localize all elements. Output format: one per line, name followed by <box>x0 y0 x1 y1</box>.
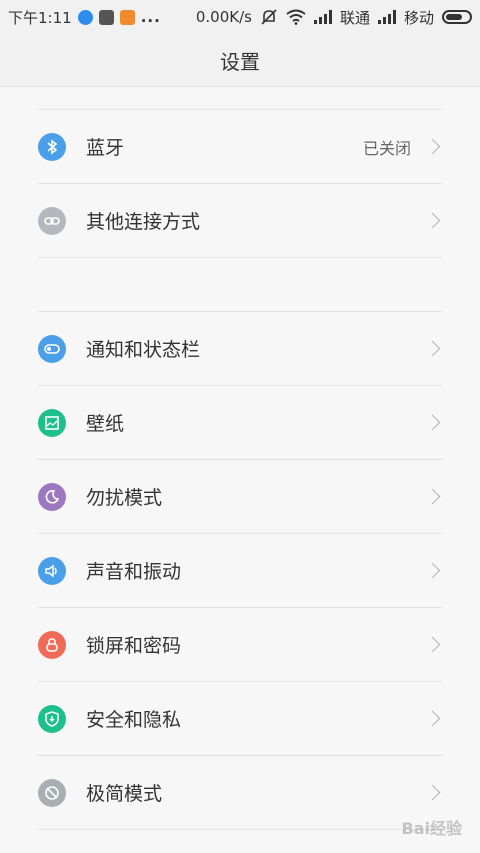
settings-item-label: 安全和隐私 <box>86 709 182 731</box>
divider <box>38 257 442 258</box>
speaker-icon <box>38 556 66 585</box>
chevron-right-icon <box>424 212 441 229</box>
status-bar: 下午1:11 ... 0.00K/s 联通 移动 <box>0 0 480 34</box>
settings-item-label: 其他连接方式 <box>86 211 201 233</box>
chevron-right-icon <box>424 138 441 155</box>
moon-icon <box>38 482 66 511</box>
bluetooth-icon <box>38 132 66 161</box>
more-notifications-icon: ... <box>140 8 161 26</box>
chevron-right-icon <box>424 414 441 431</box>
settings-item-wallpaper[interactable]: 壁纸 <box>38 386 442 459</box>
settings-item-label: 声音和振动 <box>86 561 182 583</box>
settings-item-label: 极简模式 <box>86 783 163 805</box>
shield-icon <box>38 704 66 733</box>
settings-item-notifications[interactable]: 通知和状态栏 <box>38 312 442 385</box>
settings-item-label: 锁屏和密码 <box>86 635 182 657</box>
settings-item-other-connections[interactable]: 其他连接方式 <box>38 184 442 257</box>
chevron-right-icon <box>424 562 441 579</box>
app-notification-icon <box>119 9 135 25</box>
carrier-label: 移动 <box>403 8 434 27</box>
battery-icon <box>442 10 472 24</box>
wallpaper-icon <box>38 408 66 437</box>
status-time: 下午1:11 <box>8 8 72 27</box>
settings-item-label: 蓝牙 <box>86 137 125 159</box>
settings-item-lock-screen[interactable]: 锁屏和密码 <box>38 608 442 681</box>
chevron-right-icon <box>424 784 441 801</box>
settings-item-do-not-disturb[interactable]: 勿扰模式 <box>38 460 442 533</box>
mute-bell-icon <box>261 9 277 25</box>
page-title: 设置 <box>220 49 260 74</box>
toggle-icon <box>38 334 66 363</box>
lock-icon <box>38 630 66 659</box>
chevron-right-icon <box>424 488 441 505</box>
watermark: Bai经验 <box>401 819 462 838</box>
settings-item-label: 通知和状态栏 <box>86 339 201 361</box>
app-notification-icon <box>98 9 114 25</box>
settings-item-bluetooth[interactable]: 蓝牙 已关闭 <box>38 110 442 183</box>
network-speed: 0.00K/s <box>195 8 252 26</box>
settings-item-security-privacy[interactable]: 安全和隐私 <box>38 682 442 755</box>
signal-icon <box>377 10 396 24</box>
settings-item-label: 壁纸 <box>86 413 125 435</box>
settings-item-label: 勿扰模式 <box>86 487 163 509</box>
chevron-right-icon <box>424 710 441 727</box>
page-title-bar: 设置 <box>0 34 480 87</box>
divider <box>38 829 442 830</box>
settings-item-sound[interactable]: 声音和振动 <box>38 534 442 607</box>
app-notification-icon <box>77 9 93 25</box>
link-icon <box>38 206 66 235</box>
bluetooth-status: 已关闭 <box>362 138 411 158</box>
simple-mode-icon <box>38 778 66 807</box>
signal-icon <box>313 10 332 24</box>
carrier-label: 联通 <box>339 8 370 27</box>
settings-item-simple-mode[interactable]: 极简模式 <box>38 756 442 829</box>
chevron-right-icon <box>424 340 441 357</box>
wifi-icon <box>286 9 306 25</box>
chevron-right-icon <box>424 636 441 653</box>
